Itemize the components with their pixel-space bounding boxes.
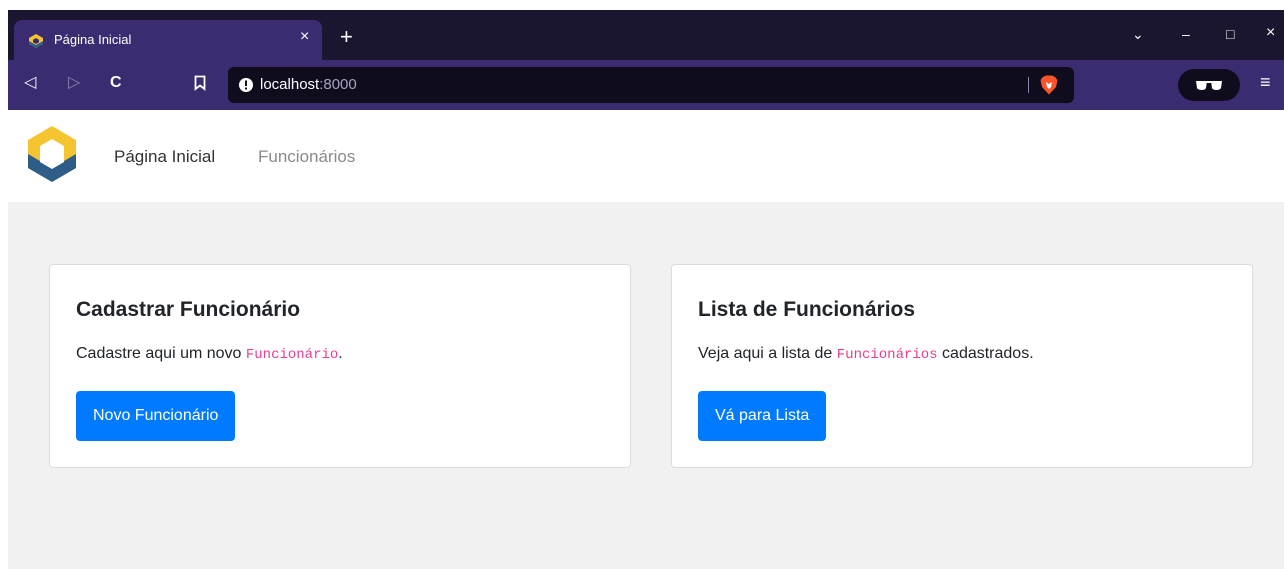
- brave-shields-icon[interactable]: [1040, 75, 1058, 95]
- close-window-icon[interactable]: ×: [1266, 24, 1275, 42]
- card-text-start: Cadastre aqui um novo: [76, 345, 246, 362]
- card-cadastrar-funcionario: Cadastrar Funcionário Cadastre aqui um n…: [49, 264, 631, 468]
- site-logo-icon: [29, 34, 43, 48]
- address-bar-divider: [1028, 77, 1029, 93]
- tab-title: Página Inicial: [54, 32, 132, 47]
- tab-list-chevron-icon[interactable]: ⌄: [1132, 26, 1144, 43]
- tab-pagina-inicial[interactable]: Página Inicial ×: [14, 20, 322, 60]
- tab-strip: Página Inicial × + ⌄ – □ ×: [8, 10, 1284, 60]
- nav-link-pagina-inicial[interactable]: Página Inicial: [114, 147, 215, 167]
- card-text-end: .: [338, 345, 343, 362]
- forward-icon[interactable]: ▷: [68, 73, 80, 93]
- menu-icon[interactable]: ≡: [1260, 72, 1271, 93]
- minimize-icon[interactable]: –: [1182, 26, 1190, 42]
- code-term: Funcionários: [836, 347, 938, 363]
- reload-icon[interactable]: C: [110, 73, 122, 93]
- va-para-lista-button[interactable]: Vá para Lista: [698, 391, 827, 441]
- site-logo-icon[interactable]: [26, 124, 78, 184]
- nav-link-funcionarios[interactable]: Funcionários: [258, 147, 355, 167]
- card-text-end: cadastrados.: [937, 345, 1034, 362]
- site-navbar: Página Inicial Funcionários: [8, 110, 1284, 202]
- new-tab-icon[interactable]: +: [340, 26, 353, 48]
- card-text-start: Veja aqui a lista de: [698, 345, 837, 362]
- card-text: Veja aqui a lista de Funcionários cadast…: [698, 345, 1034, 363]
- card-text: Cadastre aqui um novo Funcionário.: [76, 345, 343, 363]
- window-edge: [0, 0, 8, 569]
- site-info-icon[interactable]: [238, 77, 254, 93]
- url-port: :8000: [319, 76, 357, 93]
- browser-toolbar: ◁ ▷ C localhost:8000 ≡: [8, 60, 1284, 110]
- maximize-icon[interactable]: □: [1226, 26, 1234, 42]
- card-lista-funcionarios: Lista de Funcionários Veja aqui a lista …: [671, 264, 1253, 468]
- extension-button[interactable]: [1178, 69, 1240, 101]
- novo-funcionario-button[interactable]: Novo Funcionário: [76, 391, 236, 441]
- address-bar[interactable]: localhost:8000: [228, 67, 1074, 103]
- url-text[interactable]: localhost:8000: [260, 76, 357, 93]
- tab-close-icon[interactable]: ×: [300, 28, 309, 46]
- bookmark-icon[interactable]: [194, 75, 206, 91]
- code-term: Funcionário: [245, 347, 339, 363]
- page-content: Página Inicial Funcionários Cadastrar Fu…: [8, 110, 1284, 569]
- card-title: Lista de Funcionários: [698, 298, 916, 321]
- back-icon[interactable]: ◁: [24, 73, 36, 93]
- browser-window: Página Inicial × + ⌄ – □ × ◁ ▷ C localho…: [8, 0, 1284, 569]
- card-title: Cadastrar Funcionário: [76, 298, 301, 321]
- url-host: localhost: [260, 76, 320, 93]
- glasses-icon: [1196, 81, 1222, 90]
